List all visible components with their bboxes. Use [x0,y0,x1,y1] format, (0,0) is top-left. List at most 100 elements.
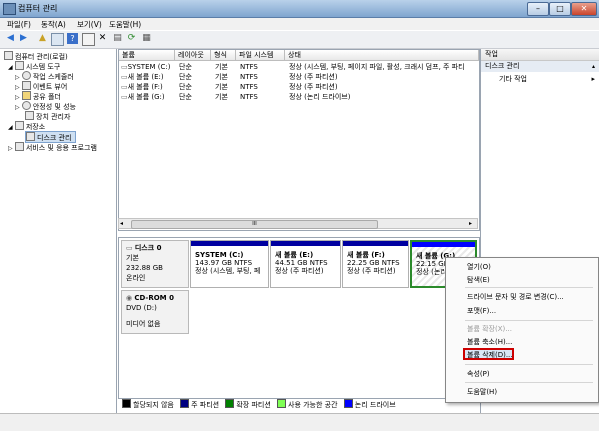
scroll-left-icon[interactable]: ◂ [120,220,123,227]
legend-swatch-extended [225,399,235,408]
menu-item-format[interactable]: 포맷(F)... [467,306,496,316]
table-row[interactable]: ▭새 볼륨 (F:) 단순 기본 NTFS 정상 (주 파티션) [119,82,477,92]
disk-size: 232.88 GB [126,264,163,272]
collapse-arrow-icon[interactable]: ▷ [15,104,20,111]
title-bar[interactable]: 컴퓨터 관리 – □ ✕ [0,0,599,18]
collapse-arrow-icon[interactable]: ▷ [15,74,20,81]
delete-icon[interactable]: ✕ [97,33,108,44]
collapse-arrow-icon[interactable]: ▷ [8,145,13,152]
column-header-filesystem[interactable]: 파일 시스템 [236,50,285,61]
cell-filesystem: NTFS [240,93,258,101]
menu-help[interactable]: 도움말(H) [109,19,141,30]
tree-item-shared-folders[interactable]: ▷ 공유 폴더 [15,91,61,101]
collapse-icon[interactable]: ▴ [592,61,595,72]
tree-item-label: 서비스 및 응용 프로그램 [25,144,97,152]
scroll-thumb[interactable]: III [131,220,378,229]
expand-arrow-icon[interactable]: ◢ [8,64,13,71]
cell-filesystem: NTFS [240,83,258,91]
forward-icon[interactable]: ▶ [18,33,29,44]
horizontal-scrollbar[interactable]: ◂ III ▸ [118,218,478,229]
show-hide-tree-icon[interactable] [51,33,64,46]
maximize-button[interactable]: □ [549,2,571,16]
tree-item-event-viewer[interactable]: ▷ 이벤트 뷰어 [15,81,67,91]
section-label: 디스크 관리 [485,62,520,70]
help-icon[interactable]: ? [67,33,78,44]
refresh-icon[interactable]: ⟳ [126,33,137,44]
services-icon [14,142,24,151]
partition-f[interactable]: 새 볼륨 (F:) 22.25 GB NTFS 정상 (주 파티션) [342,240,409,288]
cell-status: 정상 (시스템, 부팅, 페이지 파일, 활성, 크래시 덤프, 주 파티 [289,63,465,71]
partition-status: 정상 (주 파티션) [275,267,324,275]
tree-item-services[interactable]: ▷ 서비스 및 응용 프로그램 [8,142,97,152]
menu-item-properties[interactable]: 속성(P) [467,369,490,379]
menu-item-change-drive-letter[interactable]: 드라이브 문자 및 경로 변경(C)... [467,292,564,302]
submenu-arrow-icon: ▸ [591,75,595,83]
menu-view[interactable]: 보기(V) [77,19,102,30]
disk-icon [26,132,35,141]
storage-icon [14,121,24,130]
menu-item-help[interactable]: 도움말(H) [467,387,497,397]
expand-arrow-icon[interactable]: ◢ [8,124,13,131]
menu-file[interactable]: 파일(F) [7,19,31,30]
partition-name: 새 볼륨 (E:) [275,251,314,259]
disk-0-label[interactable]: ▭ 디스크 0 기본 232.88 GB 온라인 [121,240,189,288]
tree-item-storage[interactable]: ◢ 저장소 [8,121,45,131]
cdrom-0-label[interactable]: ◉ CD-ROM 0 DVD (D:) 미디어 없음 [121,290,189,334]
cdrom-name: CD-ROM 0 [134,294,174,302]
column-header-volume[interactable]: 볼륨 [119,50,175,61]
tree-item-root[interactable]: 컴퓨터 관리(로컬) [4,51,68,61]
tree-item-device-manager[interactable]: 장치 관리자 [25,111,70,121]
table-row[interactable]: ▭새 볼륨 (E:) 단순 기본 NTFS 정상 (주 파티션) [119,72,477,82]
view-icon[interactable]: ▦ [141,33,152,44]
collapse-arrow-icon[interactable]: ▷ [15,84,20,91]
table-row[interactable]: ▭SYSTEM (C:) 단순 기본 NTFS 정상 (시스템, 부팅, 페이지… [119,62,477,72]
collapse-arrow-icon[interactable]: ▷ [15,94,20,101]
tree-item-system-tools[interactable]: ◢ 시스템 도구 [8,61,60,71]
menu-separator [465,382,593,383]
cell-volume: ▭새 볼륨 (G:) [121,92,177,102]
column-header-status[interactable]: 상태 [285,50,479,61]
tree-item-label: 장치 관리자 [36,113,71,121]
legend-label: 확장 파티션 [236,401,271,409]
tree-item-task-scheduler[interactable]: ▷ 작업 스케줄러 [15,71,74,81]
menu-item-delete-volume[interactable]: 볼륨 삭제(D)... [467,350,513,360]
back-icon[interactable]: ◀ [5,33,16,44]
minimize-button[interactable]: – [527,2,549,16]
actions-section-disk-management[interactable]: 디스크 관리 ▴ [481,61,599,72]
menu-separator [465,287,593,288]
menu-item-shrink-volume[interactable]: 볼륨 축소(H)... [467,337,512,347]
partition-e[interactable]: 새 볼륨 (E:) 44.51 GB NTFS 정상 (주 파티션) [270,240,341,288]
menu-separator [465,320,593,321]
table-row[interactable]: ▭새 볼륨 (G:) 단순 기본 NTFS 정상 (논리 드라이브) [119,92,477,102]
disk-name: 디스크 0 [134,244,162,252]
primary-partition-bar [271,241,340,246]
up-icon[interactable]: ▲ [37,33,48,44]
partition-status: 정상 (주 파티션) [347,267,396,275]
cell-status: 정상 (주 파티션) [289,73,338,81]
tree-item-reliability[interactable]: ▷ 안정성 및 성능 [15,101,76,111]
properties-icon[interactable] [82,33,95,46]
menu-item-explore[interactable]: 탐색(E) [467,275,490,285]
legend-swatch-unallocated [122,399,131,408]
partition-size: 143.97 GB NTFS [195,259,253,267]
close-button[interactable]: ✕ [571,2,597,16]
export-icon[interactable]: ▤ [112,33,123,44]
tree-item-label: 시스템 도구 [25,63,61,71]
actions-more[interactable]: 기타 작업 ▸ [481,74,599,85]
tree-item-label: 공유 폴더 [32,93,61,101]
menu-action[interactable]: 동작(A) [41,19,66,30]
partition-c[interactable]: SYSTEM (C:) 143.97 GB NTFS 정상 (시스템, 부팅, … [190,240,269,288]
cell-filesystem: NTFS [240,63,258,71]
disk-icon: ▭ [126,244,133,252]
scroll-right-icon[interactable]: ▸ [469,220,472,227]
cell-type: 기본 [215,63,228,71]
cell-layout: 단순 [179,93,192,101]
cell-type: 기본 [215,73,228,81]
tree-item-label: 디스크 관리 [37,134,72,142]
column-header-type[interactable]: 형식 [211,50,236,61]
menu-item-open[interactable]: 열기(O) [467,262,491,272]
actions-title: 작업 [481,49,599,61]
cell-status: 정상 (주 파티션) [289,83,338,91]
column-header-layout[interactable]: 레이아웃 [175,50,211,61]
cell-text: SYSTEM (C:) [127,63,171,71]
